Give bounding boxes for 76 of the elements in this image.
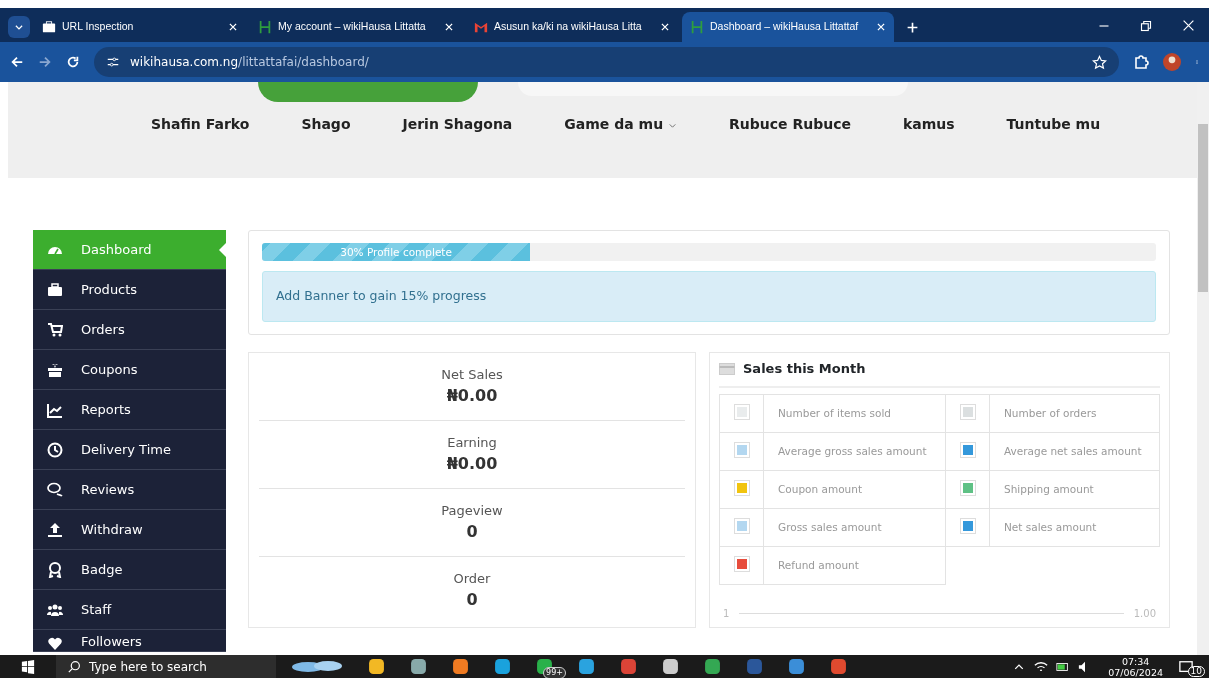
windows-start-icon[interactable] bbox=[21, 659, 35, 674]
stat-value: ₦0.00 bbox=[445, 385, 499, 408]
stat-label: Earning bbox=[446, 433, 498, 452]
close-icon[interactable] bbox=[444, 22, 454, 32]
heart-icon bbox=[47, 635, 63, 651]
nav-link[interactable]: Shafin Farko bbox=[151, 114, 250, 135]
clock-icon bbox=[47, 441, 63, 458]
nav-link[interactable]: Shago bbox=[301, 114, 351, 135]
nav-link[interactable]: kamus bbox=[902, 114, 955, 135]
banner-alert: Add Banner to gain 15% progress bbox=[262, 271, 1156, 322]
category-button[interactable] bbox=[258, 82, 478, 102]
progress-fill: 30% Profile complete bbox=[262, 243, 531, 261]
line-chart-icon bbox=[47, 401, 63, 418]
sidebar-item[interactable]: Delivery Time bbox=[33, 430, 226, 470]
chevron-down-icon bbox=[14, 22, 24, 32]
restore-icon[interactable] bbox=[1140, 19, 1152, 32]
notification-badge: 99+ bbox=[543, 667, 566, 678]
axis-label: 1.00 bbox=[1133, 607, 1156, 622]
sidebar-item[interactable]: Reports bbox=[33, 390, 226, 430]
close-icon[interactable] bbox=[876, 22, 886, 32]
browser-tab[interactable]: Asusun ka/ki na wikiHausa Litta bbox=[466, 12, 678, 42]
star-icon[interactable] bbox=[1092, 54, 1107, 70]
scrollbar[interactable] bbox=[1197, 82, 1209, 655]
wifi-icon[interactable] bbox=[1034, 659, 1049, 674]
taskbar-clock[interactable]: 07:34 07/06/2024 bbox=[1108, 655, 1163, 678]
nav-link[interactable]: Tuntube mu bbox=[1006, 114, 1101, 135]
browser-tab[interactable]: My account – wikiHausa Littatta bbox=[250, 12, 462, 42]
search-icon bbox=[68, 660, 81, 673]
sidebar-item[interactable]: Products bbox=[33, 270, 226, 310]
sidebar-item[interactable]: Orders bbox=[33, 310, 226, 350]
reload-icon[interactable] bbox=[66, 55, 80, 69]
stat-label: Order bbox=[452, 569, 492, 588]
toolbox-icon bbox=[42, 20, 56, 34]
legend-label: Number of orders bbox=[989, 394, 1160, 434]
nav-link[interactable]: Rubuce Rubuce bbox=[729, 114, 851, 135]
close-icon[interactable] bbox=[1182, 19, 1195, 32]
forward-icon[interactable] bbox=[38, 55, 52, 69]
address-bar[interactable]: wikihausa.com.ng/littattafai/dashboard/ bbox=[94, 47, 1119, 77]
award-icon bbox=[47, 561, 63, 578]
puzzle-icon[interactable] bbox=[1133, 54, 1149, 70]
mail-icon bbox=[474, 20, 488, 34]
nav-link[interactable]: Game da mu bbox=[564, 114, 677, 135]
sidebar-item[interactable]: Coupons bbox=[33, 350, 226, 390]
back-icon[interactable] bbox=[10, 55, 24, 69]
notification-icon bbox=[1179, 659, 1193, 674]
upload-icon bbox=[47, 521, 63, 538]
taskbar-search-field[interactable]: Type here to search bbox=[56, 655, 276, 678]
sidebar-item[interactable]: Followers bbox=[33, 630, 226, 652]
search-field[interactable] bbox=[518, 82, 908, 96]
avatar-icon[interactable] bbox=[1163, 53, 1181, 71]
stat-value: ₦0.00 bbox=[445, 453, 499, 476]
stat-label: Net Sales bbox=[440, 365, 504, 384]
stat-value: 0 bbox=[465, 589, 479, 612]
tab-search-button[interactable] bbox=[8, 16, 30, 38]
stat-label: Pageview bbox=[440, 501, 504, 520]
stat-value: 0 bbox=[465, 521, 479, 544]
sidebar-item[interactable]: Badge bbox=[33, 550, 226, 590]
letter-h-icon bbox=[258, 20, 272, 34]
letter-h-icon bbox=[690, 20, 704, 34]
briefcase-icon bbox=[47, 281, 63, 298]
legend-label: Refund amount bbox=[763, 546, 946, 586]
nav-link[interactable]: Jerin Shagona bbox=[402, 114, 513, 135]
legend-label: Net sales amount bbox=[989, 508, 1160, 548]
sidebar-item[interactable]: Staff bbox=[33, 590, 226, 630]
cart-icon bbox=[47, 321, 63, 338]
close-icon[interactable] bbox=[660, 22, 670, 32]
plus-icon[interactable] bbox=[906, 20, 919, 34]
card-icon bbox=[719, 362, 735, 375]
sidebar-item[interactable]: Reviews bbox=[33, 470, 226, 510]
axis-label: 1 bbox=[723, 607, 730, 622]
sidebar-item[interactable]: Withdraw bbox=[33, 510, 226, 550]
browser-tab[interactable]: Dashboard – wikiHausa Littattaf bbox=[682, 12, 894, 42]
close-icon[interactable] bbox=[228, 22, 238, 32]
browser-tab[interactable]: URL Inspection bbox=[34, 12, 246, 42]
card-title: Sales this Month bbox=[743, 359, 866, 378]
site-settings-icon bbox=[106, 55, 120, 69]
